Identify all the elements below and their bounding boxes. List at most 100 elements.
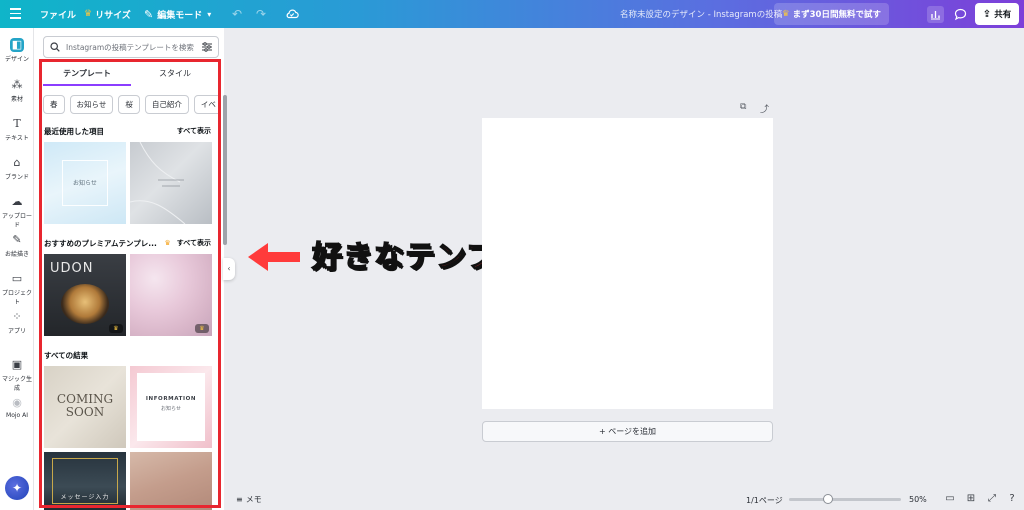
- rail-label: マジック生成: [1, 376, 32, 392]
- duplicate-page-icon[interactable]: ⧉: [740, 102, 746, 112]
- text-icon: T: [13, 117, 21, 130]
- rail-item-projects[interactable]: ▭ プロジェクト: [0, 272, 34, 306]
- zoom-level[interactable]: 50%: [909, 495, 927, 504]
- rail-item-draw[interactable]: ✎ お絵描き: [0, 233, 34, 258]
- magic-assistant-icon[interactable]: ✦: [5, 476, 29, 500]
- zoom-slider[interactable]: [789, 498, 901, 501]
- rail-label: アップロード: [1, 213, 32, 229]
- tab-styles[interactable]: スタイル: [131, 66, 219, 86]
- top-bar: ファイル ♛ リサイズ ✎ 編集モード ▾ ↶ ↷ 名称未設定のデザイン - Inst…: [0, 0, 1024, 28]
- upload-cloud-icon: ☁: [11, 195, 23, 208]
- share-button[interactable]: ⇪ 共有: [975, 3, 1019, 25]
- rail-label: ブランド: [4, 174, 29, 181]
- resize-button[interactable]: ♛ リサイズ: [84, 0, 131, 28]
- menu-icon[interactable]: [10, 8, 21, 20]
- recent-section-title: 最近使用した項目: [44, 127, 104, 136]
- filter-icon[interactable]: [201, 42, 213, 52]
- document-title[interactable]: 名称未設定のデザイン - Instagramの投稿: [620, 0, 782, 28]
- add-page-icon[interactable]: ⤴: [760, 102, 769, 115]
- undo-icon[interactable]: ↶: [232, 7, 242, 21]
- chip-announcement[interactable]: お知らせ: [69, 95, 114, 114]
- premium-crown-icon: ♛: [195, 324, 209, 333]
- rail-label: プロジェクト: [1, 290, 32, 306]
- chip-event[interactable]: イベ: [193, 95, 219, 114]
- template-thumbnail[interactable]: [130, 142, 212, 224]
- premium-crown-icon: ♛: [109, 324, 123, 333]
- notes-icon: ≡: [236, 495, 243, 504]
- redo-icon[interactable]: ↷: [256, 7, 266, 21]
- template-thumbnail[interactable]: お知らせ: [44, 142, 126, 224]
- rail-label: Mojo AI: [6, 412, 28, 419]
- recent-see-all-link[interactable]: すべて表示: [177, 126, 211, 136]
- thumbnail-text: INFORMATION: [145, 396, 197, 402]
- thumbnail-text: お知らせ: [73, 180, 97, 187]
- search-placeholder: Instagramの投稿テンプレートを検索: [66, 42, 194, 52]
- search-input[interactable]: Instagramの投稿テンプレートを検索: [43, 36, 219, 58]
- chip-spring[interactable]: 春: [43, 95, 65, 114]
- template-panel: Instagramの投稿テンプレートを検索 テンプレート スタイル 春 お知らせ…: [34, 28, 224, 510]
- free-trial-button[interactable]: ♛ まず30日間無料で試す: [774, 3, 889, 25]
- rail-item-apps[interactable]: ⁘ アプリ: [0, 310, 34, 335]
- template-thumbnail[interactable]: INFORMATION お知らせ: [130, 366, 212, 448]
- rail-item-uploads[interactable]: ☁ アップロード: [0, 195, 34, 229]
- brand-icon: ⌂: [13, 156, 21, 169]
- zoom-slider-handle[interactable]: [823, 494, 834, 504]
- rail-item-text[interactable]: T テキスト: [0, 117, 34, 142]
- grid-view-icon[interactable]: ⊞: [965, 493, 977, 505]
- chip-sakura[interactable]: 桜: [118, 95, 140, 114]
- chevron-left-icon: ‹: [227, 264, 231, 273]
- template-thumbnail[interactable]: メッセージ入力: [44, 452, 126, 510]
- file-label: ファイル: [40, 10, 77, 21]
- thumbnail-text: SOON: [65, 405, 105, 419]
- notes-button[interactable]: ≡ メモ: [236, 494, 262, 505]
- template-thumbnail[interactable]: [130, 452, 212, 510]
- comment-icon[interactable]: [952, 6, 969, 23]
- template-thumbnail[interactable]: UDON ♛: [44, 254, 126, 336]
- collapse-panel-button[interactable]: ‹: [223, 258, 235, 280]
- bottom-bar: ≡ メモ 1/1ページ 50% ▭ ⊞ ⤢ ?: [224, 488, 1024, 510]
- help-icon[interactable]: ?: [1006, 493, 1018, 505]
- free-trial-label: まず30日間無料で試す: [792, 10, 881, 20]
- edit-mode-label: 編集モード: [157, 10, 203, 21]
- rail-item-brand[interactable]: ⌂ ブランド: [0, 156, 34, 181]
- file-menu[interactable]: ファイル: [40, 0, 76, 28]
- page-view-icon[interactable]: ▭: [944, 493, 956, 505]
- cloud-saved-icon[interactable]: [285, 7, 299, 21]
- design-page[interactable]: [482, 118, 773, 409]
- fullscreen-icon[interactable]: ⤢: [986, 493, 998, 505]
- rail-label: テキスト: [5, 135, 29, 142]
- rail-item-design[interactable]: ◧ デザイン: [0, 38, 34, 63]
- template-thumbnail[interactable]: ♛: [130, 254, 212, 336]
- premium-section-title: おすすめのプレミアムテンプレ...: [44, 239, 157, 248]
- page-indicator[interactable]: 1/1ページ: [746, 495, 783, 506]
- edit-mode-button[interactable]: ✎ 編集モード ▾: [144, 0, 211, 28]
- template-thumbnail[interactable]: COMING SOON: [44, 366, 126, 448]
- pencil-icon: ✎: [144, 7, 154, 21]
- notes-label: メモ: [245, 495, 262, 504]
- design-icon: ◧: [10, 38, 24, 52]
- chevron-down-icon: ▾: [207, 9, 212, 19]
- see-all-label: すべて表示: [176, 239, 211, 247]
- panel-scrollbar[interactable]: [223, 95, 227, 245]
- keyword-chips: 春 お知らせ 桜 自己紹介 イベ: [43, 95, 219, 115]
- rail-item-elements[interactable]: ⁂ 素材: [0, 78, 34, 103]
- insights-icon[interactable]: [927, 6, 944, 23]
- draw-pen-icon: ✎: [12, 233, 22, 246]
- document-title-label: 名称未設定のデザイン - Instagramの投稿: [620, 10, 783, 20]
- all-results-title: すべての結果: [44, 351, 89, 360]
- rail-item-mojo-ai[interactable]: ◉ Mojo AI: [0, 396, 34, 419]
- annotation-arrow: [248, 243, 300, 271]
- panel-tabs: テンプレート スタイル: [43, 66, 219, 86]
- mojo-ai-icon: ◉: [12, 396, 22, 409]
- add-page-button[interactable]: + ページを追加: [482, 421, 773, 442]
- rail-item-magic-media[interactable]: ▣ マジック生成: [0, 358, 34, 392]
- premium-see-all-link[interactable]: ♛ すべて表示: [164, 238, 211, 248]
- rail-label: デザイン: [4, 56, 29, 63]
- leaf-decoration: [130, 142, 186, 224]
- tab-templates[interactable]: テンプレート: [43, 66, 131, 86]
- resize-label: リサイズ: [95, 10, 131, 21]
- rail-label: お絵描き: [4, 251, 29, 258]
- thumbnail-text: メッセージ入力: [60, 494, 110, 501]
- chip-self-intro[interactable]: 自己紹介: [144, 95, 189, 114]
- apps-icon: ⁘: [12, 310, 22, 323]
